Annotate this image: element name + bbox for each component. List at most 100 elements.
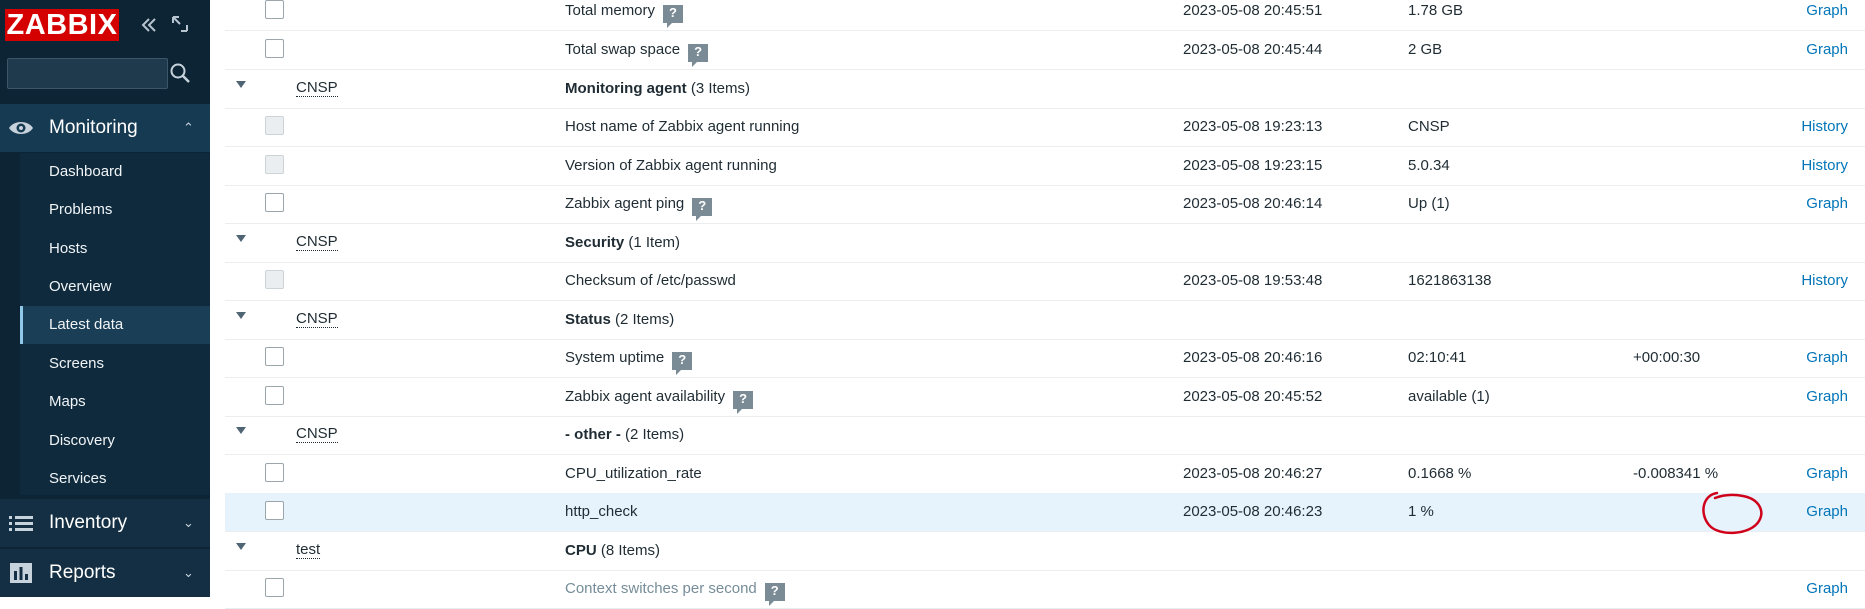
item-name-text: Total swap space bbox=[565, 41, 681, 58]
graph-link[interactable]: Graph bbox=[1806, 349, 1848, 366]
nav-item-label: Dashboard bbox=[49, 163, 123, 180]
host-name[interactable]: CNSP bbox=[296, 426, 338, 443]
sidebar: ZABBIX Monitoring ⌃ Dashboard Problems H… bbox=[0, 0, 210, 597]
table-row: Version of Zabbix agent running 2023-05-0… bbox=[225, 147, 1865, 186]
host-name[interactable]: test bbox=[296, 542, 321, 559]
nav-inventory-label: Inventory bbox=[49, 512, 128, 533]
nav-inventory[interactable]: Inventory ⌄ bbox=[0, 499, 210, 547]
last-check: 2023-05-08 19:23:15 bbox=[1183, 157, 1323, 174]
host-name[interactable]: CNSP bbox=[296, 234, 338, 251]
nav-item-dashboard[interactable]: Dashboard bbox=[20, 153, 210, 191]
search-icon[interactable] bbox=[168, 61, 192, 85]
item-name-text: Checksum of /etc/passwd bbox=[565, 272, 736, 289]
item-count: (3 Items) bbox=[686, 80, 750, 97]
kiosk-mode-icon[interactable] bbox=[170, 14, 190, 34]
collapse-sidebar-icon[interactable] bbox=[138, 14, 160, 36]
collapse-triangle-icon[interactable] bbox=[236, 235, 246, 242]
last-value: 02:10:41 bbox=[1408, 349, 1467, 366]
host-name[interactable]: CNSP bbox=[296, 80, 338, 97]
history-link[interactable]: History bbox=[1801, 118, 1848, 135]
nav-item-label: Hosts bbox=[49, 240, 88, 257]
graph-link[interactable]: Graph bbox=[1806, 41, 1848, 58]
item-name: Zabbix agent ping? bbox=[565, 195, 713, 221]
nav-item-problems[interactable]: Problems bbox=[20, 191, 210, 229]
item-name: Total memory? bbox=[565, 2, 684, 28]
row-checkbox[interactable] bbox=[265, 386, 284, 405]
zabbix-logo[interactable]: ZABBIX bbox=[5, 9, 119, 41]
nav-item-screens[interactable]: Screens bbox=[20, 345, 210, 383]
collapse-triangle-icon[interactable] bbox=[236, 543, 246, 550]
help-icon[interactable]: ? bbox=[733, 391, 754, 414]
nav-item-maps[interactable]: Maps bbox=[20, 383, 210, 421]
item-count: (2 Items) bbox=[610, 311, 675, 328]
last-value: 5.0.34 bbox=[1408, 157, 1450, 174]
item-name: Checksum of /etc/passwd bbox=[565, 272, 736, 289]
help-icon[interactable]: ? bbox=[692, 198, 713, 221]
nav-monitoring[interactable]: Monitoring ⌃ bbox=[0, 104, 210, 152]
nav-item-label: Services bbox=[49, 470, 107, 487]
row-checkbox[interactable] bbox=[265, 39, 284, 58]
chevron-down-icon: ⌄ bbox=[183, 565, 194, 580]
last-value: 1621863138 bbox=[1408, 272, 1492, 289]
application-title: Security bbox=[565, 234, 625, 251]
nav-item-label: Maps bbox=[49, 393, 86, 410]
help-icon[interactable]: ? bbox=[663, 5, 684, 28]
row-checkbox[interactable] bbox=[265, 578, 284, 597]
graph-link[interactable]: Graph bbox=[1806, 503, 1848, 520]
application-title: Status bbox=[565, 311, 611, 328]
last-check: 2023-05-08 20:46:23 bbox=[1183, 503, 1323, 520]
chevron-down-icon: ⌄ bbox=[183, 515, 194, 530]
item-name-text: CPU_utilization_rate bbox=[565, 465, 702, 482]
row-checkbox[interactable] bbox=[265, 501, 284, 520]
table-row: Host name of Zabbix agent running 2023-05… bbox=[225, 108, 1865, 147]
change-value: +00:00:30 bbox=[1633, 349, 1701, 366]
row-checkbox bbox=[265, 155, 284, 174]
item-name-text: System uptime bbox=[565, 349, 665, 366]
table-row: Checksum of /etc/passwd 2023-05-08 19:53:… bbox=[225, 262, 1865, 301]
item-name: Total swap space? bbox=[565, 41, 709, 67]
nav-item-services[interactable]: Services bbox=[20, 460, 210, 498]
row-checkbox[interactable] bbox=[265, 0, 284, 19]
latest-data-table: Total memory? 2023-05-08 20:45:51 1.78 GB G… bbox=[210, 0, 1865, 609]
nav-reports[interactable]: Reports ⌄ bbox=[0, 549, 210, 597]
nav-item-discovery[interactable]: Discovery bbox=[20, 422, 210, 460]
nav-item-overview[interactable]: Overview bbox=[20, 268, 210, 306]
graph-link[interactable]: Graph bbox=[1806, 388, 1848, 405]
item-name-text: Zabbix agent ping bbox=[565, 195, 685, 212]
last-check: 2023-05-08 20:46:14 bbox=[1183, 195, 1323, 212]
application-group-row: CNSP Security (1 Item) bbox=[225, 224, 1865, 263]
history-link[interactable]: History bbox=[1801, 157, 1848, 174]
history-link[interactable]: History bbox=[1801, 272, 1848, 289]
graph-link[interactable]: Graph bbox=[1806, 465, 1848, 482]
collapse-triangle-icon[interactable] bbox=[236, 81, 246, 88]
nav-item-label: Overview bbox=[49, 278, 112, 295]
graph-link[interactable]: Graph bbox=[1806, 195, 1848, 212]
item-name-text: Version of Zabbix agent running bbox=[565, 157, 777, 174]
help-icon[interactable]: ? bbox=[764, 583, 785, 606]
table-row: System uptime? 2023-05-08 20:46:16 02:10:4… bbox=[225, 339, 1865, 378]
item-name-text: Zabbix agent availability bbox=[565, 388, 726, 405]
row-checkbox[interactable] bbox=[265, 347, 284, 366]
collapse-triangle-icon[interactable] bbox=[236, 427, 246, 434]
graph-link[interactable]: Graph bbox=[1806, 580, 1848, 597]
help-icon[interactable]: ? bbox=[688, 44, 709, 67]
item-name: Zabbix agent availability? bbox=[565, 388, 754, 414]
nav-item-hosts[interactable]: Hosts bbox=[20, 230, 210, 268]
application-title: CPU bbox=[565, 542, 597, 559]
last-value: Up (1) bbox=[1408, 195, 1450, 212]
row-checkbox[interactable] bbox=[265, 193, 284, 212]
item-name-text: Total memory bbox=[565, 2, 656, 19]
collapse-triangle-icon[interactable] bbox=[236, 312, 246, 319]
nav-item-latest-data[interactable]: Latest data bbox=[20, 306, 210, 344]
row-checkbox bbox=[265, 270, 284, 289]
host-name[interactable]: CNSP bbox=[296, 311, 338, 328]
search-input[interactable] bbox=[7, 58, 168, 89]
graph-link[interactable]: Graph bbox=[1806, 2, 1848, 19]
item-name: Version of Zabbix agent running bbox=[565, 157, 777, 174]
table-row: CPU_utilization_rate 2023-05-08 20:46:27 0… bbox=[225, 455, 1865, 494]
help-icon[interactable]: ? bbox=[672, 352, 693, 375]
row-checkbox[interactable] bbox=[265, 463, 284, 482]
application-title: Monitoring agent bbox=[565, 80, 687, 97]
nav-item-label: Screens bbox=[49, 355, 105, 372]
nav-item-label: Discovery bbox=[49, 432, 115, 449]
